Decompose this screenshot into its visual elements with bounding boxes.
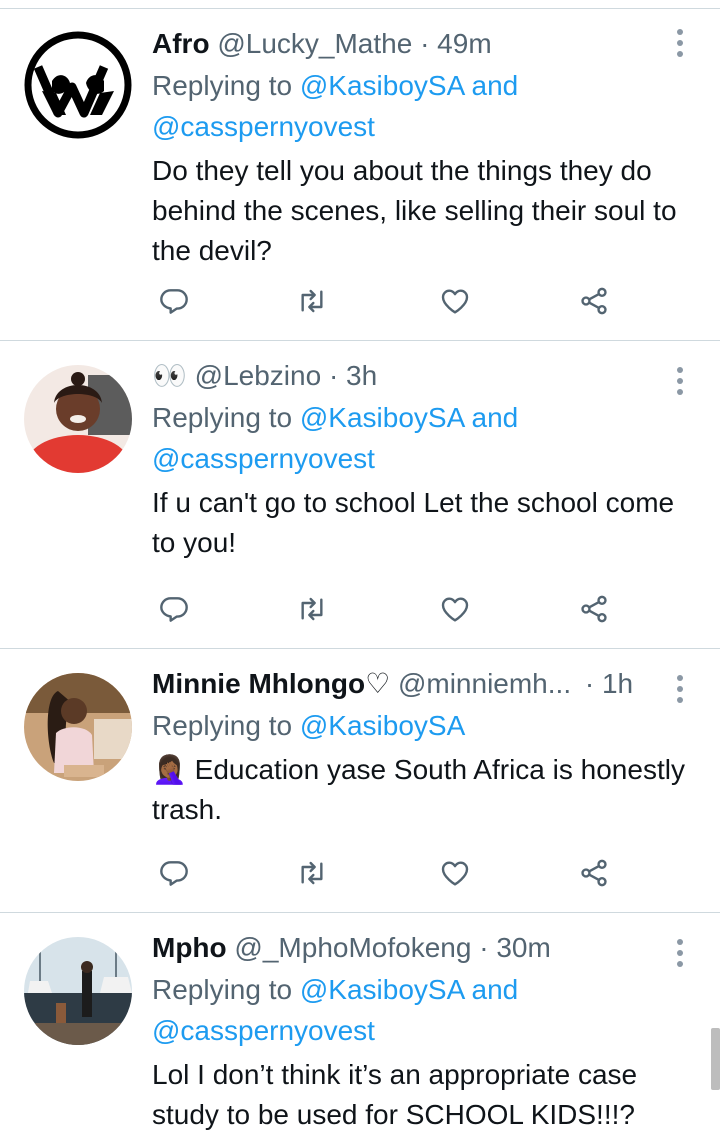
tweet-text: 🤦🏾‍♀️ Education yase South Africa is hon… (152, 750, 692, 830)
tweet-card[interactable]: Minnie Mhlongo♡ @minniemh... · 1h Replyi… (0, 649, 720, 913)
tweet-content: Mpho @_MphoMofokeng · 30m Replying to @K… (152, 927, 692, 1135)
mention-link[interactable]: @casspernyovest (152, 111, 375, 142)
display-name[interactable]: Afro (152, 28, 210, 59)
tweet-content: 👀 @Lebzino · 3h Replying to @KasiboySA a… (152, 355, 692, 563)
handle[interactable]: @Lebzino (195, 360, 322, 391)
share-button[interactable] (572, 851, 616, 895)
mention-link[interactable]: @KasiboySA (300, 70, 464, 101)
and-others-link[interactable]: and (472, 974, 519, 1005)
tweet-actions (152, 851, 632, 895)
tweet-text: Lol I don’t think it’s an appropriate ca… (152, 1059, 638, 1130)
tweet-header: Minnie Mhlongo♡ @minniemh... · 1h (152, 663, 692, 705)
and-others-link[interactable]: and (472, 402, 519, 433)
share-icon (581, 859, 607, 887)
like-icon (441, 597, 469, 622)
tweet-header: Mpho @_MphoMofokeng · 30m (152, 927, 692, 969)
reply-icon (160, 861, 188, 886)
replying-prefix: Replying to (152, 710, 293, 741)
timestamp[interactable]: · 49m (420, 28, 492, 59)
avatar-afro-logo-icon (24, 31, 132, 139)
more-options-icon[interactable] (668, 361, 692, 401)
tweet-text: If u can't go to school Let the school c… (152, 487, 675, 558)
facepalm-emoji: 🤦🏾‍♀️ (152, 754, 187, 785)
tweet-content: Afro @Lucky_Mathe · 49m Replying to @Kas… (152, 23, 692, 271)
replying-to: Replying to @KasiboySA and @casspernyove… (152, 65, 692, 147)
mention-link[interactable]: @casspernyovest (152, 1015, 375, 1046)
like-button[interactable] (433, 279, 477, 323)
retweet-icon (301, 289, 323, 313)
tweet-header: Afro @Lucky_Mathe · 49m (152, 23, 692, 65)
avatar[interactable] (24, 673, 132, 781)
replying-to: Replying to @KasiboySA and @casspernyove… (152, 397, 692, 479)
timestamp[interactable]: · 1h (585, 668, 633, 699)
share-button[interactable] (572, 587, 616, 631)
avatar[interactable] (24, 937, 132, 1045)
replying-prefix: Replying to (152, 974, 293, 1005)
avatar-photo-marina-icon (24, 937, 132, 1045)
tweet-card[interactable]: 👀 @Lebzino · 3h Replying to @KasiboySA a… (0, 341, 720, 649)
replying-to: Replying to @KasiboySA and @casspernyove… (152, 969, 692, 1051)
tweet-content: Minnie Mhlongo♡ @minniemh... · 1h Replyi… (152, 663, 692, 830)
retweet-button[interactable] (290, 587, 334, 631)
mention-link[interactable]: @KasiboySA (300, 974, 464, 1005)
like-icon (441, 861, 469, 886)
display-name[interactable]: Minnie Mhlongo♡ (152, 668, 390, 699)
scrollbar-thumb[interactable] (711, 1028, 720, 1090)
timestamp[interactable]: · 3h (329, 360, 377, 391)
more-options-icon[interactable] (668, 669, 692, 709)
mention-link[interactable]: @KasiboySA (300, 402, 464, 433)
display-name[interactable]: Mpho (152, 932, 227, 963)
retweet-button[interactable] (290, 851, 334, 895)
reply-button[interactable] (152, 587, 196, 631)
retweet-icon (301, 861, 323, 885)
share-icon (581, 287, 607, 315)
mention-link[interactable]: @KasiboySA (300, 710, 465, 741)
tweet-card[interactable]: Afro @Lucky_Mathe · 49m Replying to @Kas… (0, 8, 720, 341)
avatar[interactable] (24, 31, 132, 139)
reply-icon (160, 597, 188, 622)
tweet-text: Do they tell you about the things they d… (152, 155, 677, 266)
replying-prefix: Replying to (152, 70, 293, 101)
more-options-icon[interactable] (668, 23, 692, 63)
display-name[interactable]: 👀 (152, 360, 187, 391)
like-button[interactable] (433, 587, 477, 631)
avatar-photo-woman-icon (24, 673, 132, 781)
tweet-actions (152, 279, 632, 323)
replying-to: Replying to @KasiboySA (152, 705, 692, 746)
like-icon (441, 289, 469, 314)
avatar[interactable] (24, 365, 132, 473)
tweet-card[interactable]: Mpho @_MphoMofokeng · 30m Replying to @K… (0, 913, 720, 1148)
replying-prefix: Replying to (152, 402, 293, 433)
reply-button[interactable] (152, 851, 196, 895)
handle[interactable]: @Lucky_Mathe (217, 28, 412, 59)
tweet-text-body: Education yase South Africa is honestly … (152, 754, 685, 825)
tweet-header: 👀 @Lebzino · 3h (152, 355, 692, 397)
timestamp[interactable]: · 30m (479, 932, 551, 963)
handle[interactable]: @_MphoMofokeng (234, 932, 471, 963)
reply-icon (160, 289, 188, 314)
handle[interactable]: @minniemh... (398, 668, 571, 699)
more-options-icon[interactable] (668, 933, 692, 973)
like-button[interactable] (433, 851, 477, 895)
tweet-actions (152, 587, 632, 631)
reply-button[interactable] (152, 279, 196, 323)
retweet-icon (301, 597, 323, 621)
avatar-photo-girl-icon (24, 365, 132, 473)
retweet-button[interactable] (290, 279, 334, 323)
share-button[interactable] (572, 279, 616, 323)
share-icon (581, 595, 607, 623)
and-others-link[interactable]: and (472, 70, 519, 101)
mention-link[interactable]: @casspernyovest (152, 443, 375, 474)
